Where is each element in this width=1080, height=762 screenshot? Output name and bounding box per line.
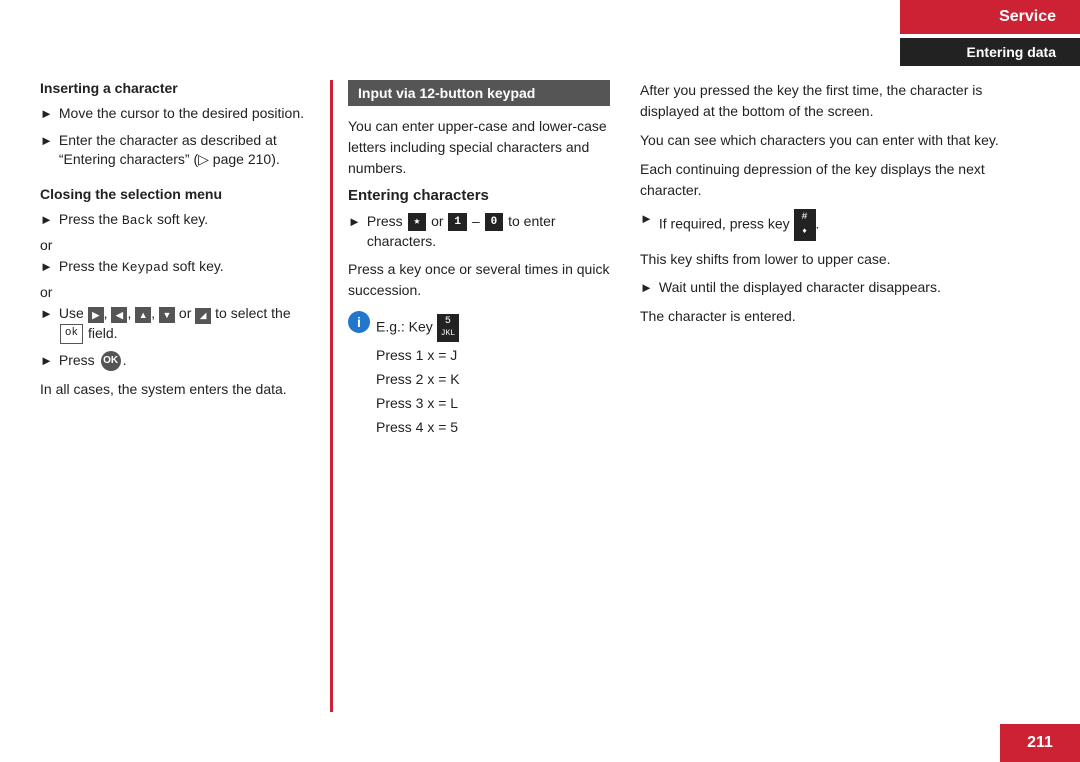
bullet-item-3: ► Press the Back soft key. <box>40 210 310 230</box>
bullet-text-4: Press the Keypad soft key. <box>59 257 310 277</box>
info-block: i E.g.: Key 5JKL Press 1 x = J Press 2 x… <box>348 311 610 441</box>
right-para-4: This key shifts from lower to upper case… <box>640 249 1040 270</box>
intro-text: You can enter upper-case and lower-case … <box>348 116 610 179</box>
bullet-text-2: Enter the character as described at “Ent… <box>59 131 310 170</box>
up-arrow-icon: ▲ <box>135 307 151 323</box>
info-icon: i <box>348 311 370 333</box>
arrow-icon-r2: ► <box>640 279 653 297</box>
service-label: Service <box>999 8 1056 25</box>
middle-bullet-1: ► Press ★ or 1 – 0 to enter characters. <box>348 212 610 251</box>
col-right: After you pressed the key the first time… <box>630 80 1040 712</box>
in-all-cases: In all cases, the system enters the data… <box>40 379 310 400</box>
right-bullet-2: ► Wait until the displayed character dis… <box>640 278 1040 298</box>
arrow-icon-3: ► <box>40 211 53 229</box>
right-arrow-icon: ▶ <box>88 307 104 323</box>
bullet-item-2: ► Enter the character as described at “E… <box>40 131 310 170</box>
press-once-text: Press a key once or several times in qui… <box>348 259 610 301</box>
bullet-text-5: Use ▶, ◀, ▲, ▼ or ◢ to select the ok fie… <box>59 304 310 344</box>
info-content: E.g.: Key 5JKL Press 1 x = J Press 2 x =… <box>376 311 610 441</box>
bullet-item-1: ► Move the cursor to the desired positio… <box>40 104 310 124</box>
eg-key-line: E.g.: Key 5JKL <box>376 314 610 342</box>
press1-line: Press 1 x = J <box>376 345 610 366</box>
arrow-icon-4: ► <box>40 258 53 276</box>
bullet-text-r1: If required, press key #♦. <box>659 209 1040 241</box>
right-para-5: The character is entered. <box>640 306 1040 327</box>
star-key: ★ <box>408 213 427 231</box>
entering-data-header: Entering data <box>900 38 1080 66</box>
entering-data-label: Entering data <box>967 44 1056 60</box>
back-key: Back <box>122 213 153 228</box>
input-box-title: Input via 12-button keypad <box>348 80 610 106</box>
left-arrow-icon: ◀ <box>111 307 127 323</box>
press2-line: Press 2 x = K <box>376 369 610 390</box>
zero-key: 0 <box>485 213 504 231</box>
bullet-item-4: ► Press the Keypad soft key. <box>40 257 310 277</box>
or-text-1: or <box>40 237 310 253</box>
col-middle: Input via 12-button keypad You can enter… <box>330 80 630 712</box>
bullet-text-3: Press the Back soft key. <box>59 210 310 230</box>
inserting-title: Inserting a character <box>40 80 310 96</box>
page-number: 211 <box>1000 724 1080 762</box>
or-text-2: or <box>40 284 310 300</box>
arrow-icon-m1: ► <box>348 213 361 231</box>
bullet-item-6: ► Press OK. <box>40 351 310 371</box>
bullet-text-6: Press OK. <box>59 351 310 371</box>
bullet-text-m1: Press ★ or 1 – 0 to enter characters. <box>367 212 610 251</box>
right-para-1: After you pressed the key the first time… <box>640 80 1040 122</box>
one-key: 1 <box>448 213 467 231</box>
arrow-icon-r1: ► <box>640 210 653 228</box>
closing-title: Closing the selection menu <box>40 186 310 202</box>
right-bullet-1: ► If required, press key #♦. <box>640 209 1040 241</box>
arrow-icon-1: ► <box>40 105 53 123</box>
bullet-text-1: Move the cursor to the desired position. <box>59 104 310 124</box>
key5-button: 5JKL <box>437 314 459 342</box>
bullet-item-5: ► Use ▶, ◀, ▲, ▼ or ◢ to select the ok f… <box>40 304 310 344</box>
right-para-2: You can see which characters you can ent… <box>640 130 1040 151</box>
arrow-icon-5: ► <box>40 305 53 323</box>
ok-field: ok <box>60 324 83 343</box>
entering-chars-title: Entering characters <box>348 187 610 204</box>
bullet-text-r2: Wait until the displayed character disap… <box>659 278 1040 298</box>
down-arrow-icon: ▼ <box>159 307 175 323</box>
right-para-3: Each continuing depression of the key di… <box>640 159 1040 201</box>
hash-key: #♦ <box>794 209 816 241</box>
press4-line: Press 4 x = 5 <box>376 417 610 438</box>
arrow-icon-6: ► <box>40 352 53 370</box>
keypad-key: Keypad <box>122 260 169 275</box>
service-header: Service <box>900 0 1080 34</box>
arrow-icon-2: ► <box>40 132 53 150</box>
col-left: Inserting a character ► Move the cursor … <box>40 80 330 712</box>
ok-round-button: OK <box>101 351 121 371</box>
back-arrow-icon: ◢ <box>195 308 211 324</box>
press3-line: Press 3 x = L <box>376 393 610 414</box>
main-content: Inserting a character ► Move the cursor … <box>40 80 1040 712</box>
